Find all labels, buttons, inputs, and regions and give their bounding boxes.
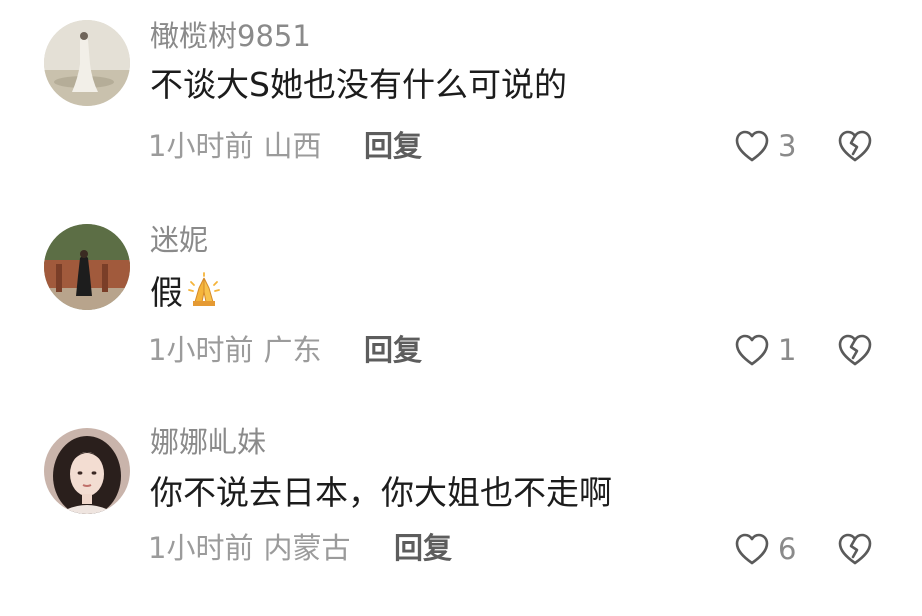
- dislike-button[interactable]: [836, 532, 874, 566]
- dislike-button[interactable]: [836, 129, 874, 163]
- comment-text-body: 你不说去日本，你大姐也不走啊: [150, 473, 612, 512]
- comment-meta: 1小时前 山西: [148, 132, 321, 161]
- broken-heart-icon: [838, 130, 872, 162]
- heart-outline-icon: [735, 334, 769, 366]
- like-button[interactable]: 6: [734, 532, 796, 566]
- heart-outline-icon: [735, 533, 769, 565]
- avatar[interactable]: [44, 224, 130, 310]
- comment-text: 假: [150, 272, 223, 313]
- comment-text-body: 不谈大S她也没有什么可说的: [150, 65, 567, 104]
- username[interactable]: 迷妮: [150, 226, 208, 255]
- like-button[interactable]: 3: [734, 129, 796, 163]
- location: 山西: [263, 129, 322, 163]
- timestamp: 1小时前: [148, 333, 254, 367]
- pray-emoji: [185, 272, 223, 313]
- username[interactable]: 娜娜乢妹: [150, 428, 266, 457]
- comment-meta: 1小时前 内蒙古: [148, 534, 350, 563]
- avatar[interactable]: [44, 428, 130, 514]
- comment-text: 你不说去日本，你大姐也不走啊: [150, 476, 612, 509]
- like-count: 6: [778, 531, 797, 566]
- reply-button[interactable]: 回复: [394, 534, 452, 563]
- avatar[interactable]: [44, 20, 130, 106]
- reply-button[interactable]: 回复: [364, 132, 422, 161]
- location: 广东: [263, 333, 322, 367]
- comment-item: 娜娜乢妹 你不说去日本，你大姐也不走啊 1小时前 内蒙古 回复 6: [0, 406, 922, 606]
- reply-button[interactable]: 回复: [364, 336, 422, 365]
- broken-heart-icon: [838, 334, 872, 366]
- like-count: 3: [778, 128, 797, 163]
- timestamp: 1小时前: [148, 531, 254, 565]
- username[interactable]: 橄榄树9851: [150, 22, 311, 51]
- like-button[interactable]: 1: [734, 333, 796, 367]
- comment-item: 橄榄树9851 不谈大S她也没有什么可说的 1小时前 山西 回复 3: [0, 0, 922, 200]
- comment-text-body: 假: [150, 273, 183, 312]
- comment-meta: 1小时前 广东: [148, 336, 321, 365]
- location: 内蒙古: [263, 531, 351, 565]
- comment-text: 不谈大S她也没有什么可说的: [150, 68, 567, 101]
- dislike-button[interactable]: [836, 333, 874, 367]
- like-count: 1: [778, 332, 797, 367]
- heart-outline-icon: [735, 130, 769, 162]
- timestamp: 1小时前: [148, 129, 254, 163]
- comment-item: 迷妮 假 1小时前 广东 回复 1: [0, 204, 922, 404]
- broken-heart-icon: [838, 533, 872, 565]
